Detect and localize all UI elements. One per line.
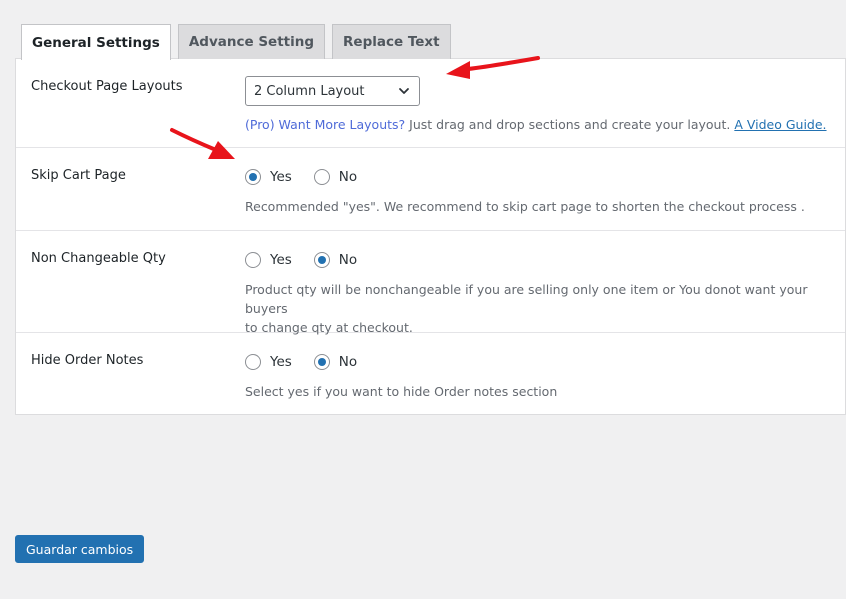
non-changeable-qty-label: Non Changeable Qty	[31, 251, 166, 266]
skip-cart-yes-label: Yes	[270, 169, 292, 185]
order-notes-description: Select yes if you want to hide Order not…	[245, 384, 558, 399]
tab-general-settings[interactable]: General Settings	[21, 24, 171, 60]
layouts-desc-text: Just drag and drop sections and create y…	[405, 117, 735, 132]
qty-yes-option[interactable]: Yes	[245, 252, 292, 268]
order-notes-yes-label: Yes	[270, 354, 292, 370]
qty-yes-label: Yes	[270, 252, 292, 268]
skip-cart-no-option[interactable]: No	[313, 169, 358, 185]
chevron-down-icon	[399, 88, 409, 94]
skip-cart-no-radio[interactable]	[313, 169, 330, 185]
qty-radio-group: Yes No	[245, 250, 833, 270]
skip-cart-yes-option[interactable]: Yes	[245, 169, 292, 185]
order-notes-no-radio[interactable]	[313, 354, 330, 370]
checkout-layouts-label: Checkout Page Layouts	[31, 79, 183, 94]
skip-cart-no-label: No	[338, 169, 358, 185]
hide-order-notes-body: Yes No Select yes if you want to hide Or…	[245, 352, 833, 401]
order-notes-yes-option[interactable]: Yes	[245, 354, 292, 370]
order-notes-no-option[interactable]: No	[313, 354, 358, 370]
skip-cart-description: Recommended "yes". We recommend to skip …	[245, 199, 805, 214]
row-non-changeable-qty: Non Changeable Qty Yes No Product qty wi…	[16, 231, 845, 335]
skip-cart-yes-radio[interactable]	[245, 169, 261, 185]
qty-yes-radio[interactable]	[245, 252, 261, 268]
layout-select[interactable]: 2 Column Layout	[245, 76, 420, 106]
qty-no-radio[interactable]	[313, 252, 330, 268]
qty-no-label: No	[338, 252, 358, 268]
skip-cart-label: Skip Cart Page	[31, 168, 126, 183]
skip-cart-radio-group: Yes No	[245, 167, 833, 187]
row-checkout-layouts: Checkout Page Layouts 2 Column Layout (P…	[16, 59, 845, 148]
qty-description: Product qty will be nonchangeable if you…	[245, 280, 833, 337]
qty-desc-line-1: Product qty will be nonchangeable if you…	[245, 282, 808, 316]
pro-layouts-text: (Pro) Want More Layouts?	[245, 117, 406, 132]
skip-cart-body: Yes No Recommended "yes". We recommend t…	[245, 167, 833, 216]
layouts-description: (Pro) Want More Layouts? Just drag and d…	[245, 115, 833, 134]
layout-select-value: 2 Column Layout	[254, 83, 365, 99]
tab-replace-text[interactable]: Replace Text	[332, 24, 451, 59]
row-hide-order-notes: Hide Order Notes Yes No Select yes if yo…	[16, 333, 845, 414]
checkout-layouts-body: 2 Column Layout (Pro) Want More Layouts?…	[245, 76, 833, 134]
settings-tabs: General Settings Advance Setting Replace…	[21, 24, 451, 60]
tab-advance-setting[interactable]: Advance Setting	[177, 24, 326, 59]
save-changes-button[interactable]: Guardar cambios	[15, 535, 145, 563]
order-notes-radio-group: Yes No	[245, 352, 833, 372]
non-changeable-qty-body: Yes No Product qty will be nonchangeable…	[245, 250, 833, 337]
order-notes-yes-radio[interactable]	[245, 354, 261, 370]
row-skip-cart: Skip Cart Page Yes No Recommended "yes".…	[16, 148, 845, 231]
hide-order-notes-label: Hide Order Notes	[31, 353, 144, 368]
video-guide-link[interactable]: A Video Guide.	[734, 117, 826, 132]
order-notes-no-label: No	[338, 354, 358, 370]
qty-no-option[interactable]: No	[313, 252, 358, 268]
settings-panel: Checkout Page Layouts 2 Column Layout (P…	[15, 58, 846, 415]
